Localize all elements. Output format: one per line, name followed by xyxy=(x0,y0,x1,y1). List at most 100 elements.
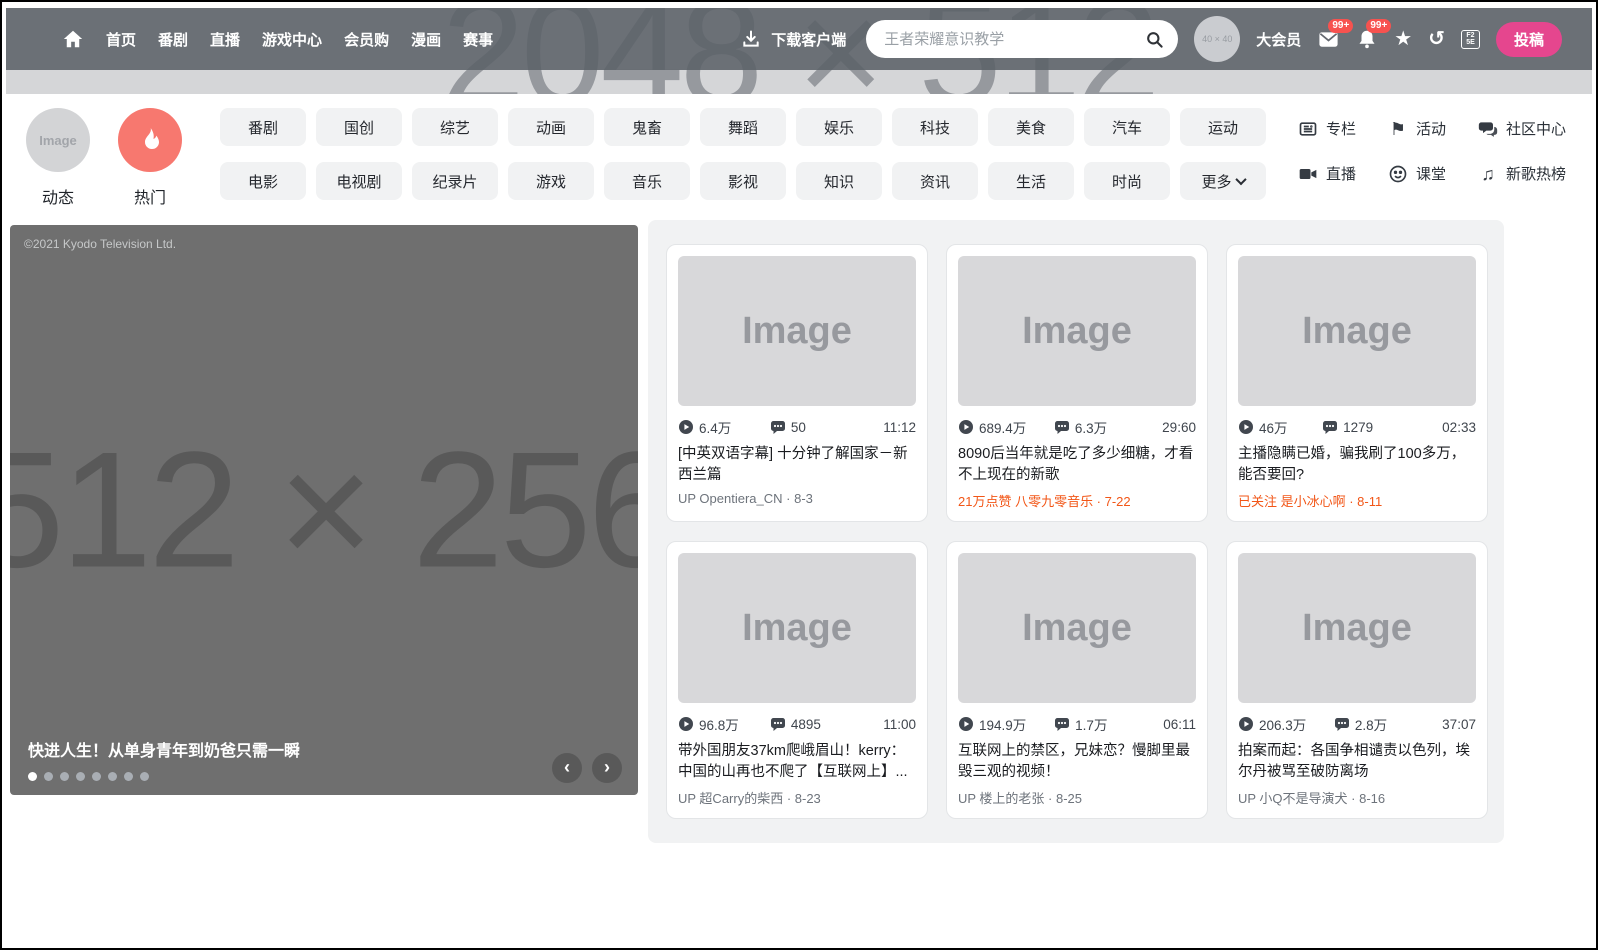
category-button[interactable]: 番剧 xyxy=(220,108,306,146)
category-button[interactable]: 科技 xyxy=(892,108,978,146)
nav-link[interactable]: 赛事 xyxy=(463,29,493,50)
video-title: 主播隐瞒已婚，骗我刷了100多万，能否要回? xyxy=(1238,446,1466,483)
video-card[interactable]: Image 194.9万 1.7万 06:11 互联网上的禁区，兄妹恋？慢脚里最… xyxy=(946,541,1208,819)
carousel-arrows: ‹ › xyxy=(552,753,622,783)
download-icon[interactable] xyxy=(741,29,761,49)
carousel-dot[interactable] xyxy=(76,772,85,781)
category-button[interactable]: 美食 xyxy=(988,108,1074,146)
category-button[interactable]: 纪录片 xyxy=(412,162,498,200)
quick-link-column[interactable]: 专栏 xyxy=(1298,118,1356,139)
nav-link[interactable]: 游戏中心 xyxy=(262,29,322,50)
search-input[interactable] xyxy=(884,30,1146,48)
search-icon[interactable] xyxy=(1145,30,1164,49)
category-button[interactable]: 汽车 xyxy=(1084,108,1170,146)
video-card[interactable]: Image 6.4万 50 11:12 [中英双语字幕] 十分钟了解国家－新西兰… xyxy=(666,244,928,522)
video-card[interactable]: Image 96.8万 4895 11:00 带外国朋友37km爬峨眉山！ker… xyxy=(666,541,928,819)
comment-icon xyxy=(1054,421,1069,434)
download-client-link[interactable]: 下载客户端 xyxy=(771,29,846,50)
category-button[interactable]: 舞蹈 xyxy=(700,108,786,146)
carousel-next-button[interactable]: › xyxy=(592,753,622,783)
category-button[interactable]: 影视 xyxy=(700,162,786,200)
feed-avatar[interactable]: Image xyxy=(26,108,90,172)
carousel-dot[interactable] xyxy=(92,772,101,781)
thumbnail-placeholder: Image xyxy=(742,606,852,649)
feed-entry: Image 动态 xyxy=(26,108,90,208)
play-icon xyxy=(679,717,693,731)
carousel-copyright: ©2021 Kyodo Television Ltd. xyxy=(24,237,177,251)
category-button[interactable]: 资讯 xyxy=(892,162,978,200)
history-icon[interactable]: ↺ xyxy=(1428,29,1445,49)
carousel-dot[interactable] xyxy=(140,772,149,781)
play-count: 46万 xyxy=(1238,417,1288,437)
video-stats: 46万 1279 02:33 xyxy=(1238,417,1476,437)
carousel-dot[interactable] xyxy=(108,772,117,781)
hot-button[interactable] xyxy=(118,108,182,172)
comment-icon xyxy=(770,718,785,731)
category-button[interactable]: 国创 xyxy=(316,108,402,146)
nav-link[interactable]: 首页 xyxy=(106,29,136,50)
category-button[interactable]: 综艺 xyxy=(412,108,498,146)
carousel[interactable]: ©2021 Kyodo Television Ltd. 512 × 256 快进… xyxy=(10,225,638,795)
camera-icon xyxy=(1299,168,1317,179)
video-card[interactable]: Image 689.4万 6.3万 29:60 8090后当年就是吃了多少细糖，… xyxy=(946,244,1208,522)
glyph-box-top: F2 xyxy=(1466,32,1475,39)
nav-link[interactable]: 会员购 xyxy=(344,29,389,50)
glyph-box-icon[interactable]: F2 5E xyxy=(1461,29,1480,49)
carousel-prev-button[interactable]: ‹ xyxy=(552,753,582,783)
user-avatar[interactable]: 40 × 40 xyxy=(1194,16,1241,62)
video-thumbnail: Image xyxy=(958,553,1196,703)
carousel-dot[interactable] xyxy=(28,772,37,781)
video-card[interactable]: Image 206.3万 2.8万 37:07 拍案而起：各国争相谴责以色列，埃… xyxy=(1226,541,1488,819)
category-button[interactable]: 游戏 xyxy=(508,162,594,200)
message-badge: 99+ xyxy=(1328,18,1354,33)
video-thumbnail: Image xyxy=(678,256,916,406)
category-button[interactable]: 知识 xyxy=(796,162,882,200)
category-button[interactable]: 电影 xyxy=(220,162,306,200)
carousel-dot[interactable] xyxy=(44,772,53,781)
comment-count: 1.7万 xyxy=(1054,714,1107,734)
category-button[interactable]: 电视剧 xyxy=(316,162,402,200)
chevron-down-icon xyxy=(1234,173,1247,186)
carousel-dots xyxy=(28,772,149,781)
thumbnail-placeholder: Image xyxy=(742,309,852,352)
newspaper-icon xyxy=(1299,121,1317,136)
video-meta: UP 超Carry的柴西 · 8-23 xyxy=(678,791,821,806)
category-button[interactable]: 动画 xyxy=(508,108,594,146)
category-button[interactable]: 娱乐 xyxy=(796,108,882,146)
quick-link-community[interactable]: 社区中心 xyxy=(1478,118,1566,139)
category-row-1: 番剧 国创 综艺 动画 鬼畜 舞蹈 娱乐 科技 美食 汽车 运动 xyxy=(220,108,1266,146)
carousel-caption: 快进人生！从单身青年到奶爸只需一瞬 xyxy=(28,743,301,760)
category-button[interactable]: 运动 xyxy=(1180,108,1266,146)
quick-link-classroom[interactable]: 课堂 xyxy=(1388,163,1446,184)
bell-icon[interactable]: 99+ xyxy=(1356,19,1392,50)
vip-link[interactable]: 大会员 xyxy=(1256,29,1301,50)
carousel-dot[interactable] xyxy=(60,772,69,781)
flag-icon: ⚑ xyxy=(1389,118,1407,139)
quick-link-activity[interactable]: ⚑ 活动 xyxy=(1388,118,1446,139)
upload-submit-button[interactable]: 投稿 xyxy=(1496,21,1562,57)
carousel-dot[interactable] xyxy=(124,772,133,781)
feed-label: 动态 xyxy=(41,190,74,207)
thumbnail-placeholder: Image xyxy=(1302,606,1412,649)
nav-link[interactable]: 番剧 xyxy=(158,29,188,50)
play-count: 689.4万 xyxy=(958,417,1026,437)
video-title: 8090后当年就是吃了多少细糖，才看不上现在的新歌 xyxy=(958,446,1194,483)
category-button[interactable]: 时尚 xyxy=(1084,162,1170,200)
category-button[interactable]: 鬼畜 xyxy=(604,108,690,146)
favorites-star-icon[interactable]: ★ xyxy=(1394,29,1412,49)
smiley-icon xyxy=(1389,165,1407,182)
category-button[interactable]: 生活 xyxy=(988,162,1074,200)
quick-link-live[interactable]: 直播 xyxy=(1298,163,1356,184)
more-categories-button[interactable]: 更多 xyxy=(1180,162,1266,200)
nav-link[interactable]: 漫画 xyxy=(411,29,441,50)
comment-count: 2.8万 xyxy=(1334,714,1387,734)
category-button[interactable]: 音乐 xyxy=(604,162,690,200)
video-stats: 194.9万 1.7万 06:11 xyxy=(958,714,1196,734)
message-icon[interactable]: 99+ xyxy=(1317,18,1354,51)
home-icon[interactable] xyxy=(62,28,84,50)
quick-link-music-chart[interactable]: ♫ 新歌热榜 xyxy=(1478,163,1566,184)
nav-link[interactable]: 直播 xyxy=(210,29,240,50)
video-stats: 96.8万 4895 11:00 xyxy=(678,714,916,734)
search-box xyxy=(866,20,1179,58)
video-card[interactable]: Image 46万 1279 02:33 主播隐瞒已婚，骗我刷了100多万，能否… xyxy=(1226,244,1488,522)
